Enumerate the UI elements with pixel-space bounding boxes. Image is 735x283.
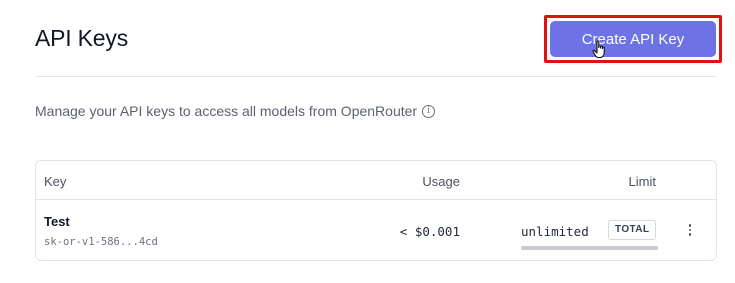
- page-title: API Keys: [35, 25, 128, 51]
- api-keys-page: API Keys Create API Key Manage your API …: [0, 0, 735, 283]
- kebab-menu-icon-dot: [688, 233, 692, 236]
- limit-usage-bar: [521, 246, 658, 250]
- limit-usage-bar-fill: [521, 246, 658, 250]
- usage-value: < $0.001: [399, 224, 460, 239]
- create-api-key-button[interactable]: Create API Key: [550, 21, 716, 57]
- limit-value: unlimited: [521, 224, 589, 239]
- table-header: Key Usage Limit: [36, 161, 716, 200]
- page-description: Manage your API keys to access all model…: [35, 103, 436, 119]
- key-masked-value: sk-or-v1-586...4cd: [44, 236, 158, 248]
- api-keys-table: Key Usage Limit Test sk-or-v1-586...4cd …: [35, 160, 717, 261]
- hand-pointer-cursor-icon: [592, 40, 605, 59]
- column-header-limit: Limit: [628, 174, 656, 189]
- table-row: Test sk-or-v1-586...4cd < $0.001 unlimit…: [36, 201, 716, 261]
- header-divider: [35, 76, 717, 77]
- kebab-menu-icon: [688, 224, 692, 227]
- limit-type-badge: TOTAL: [608, 220, 657, 240]
- column-header-usage: Usage: [422, 174, 460, 189]
- kebab-menu-icon-dot: [688, 228, 692, 232]
- info-icon[interactable]: i: [422, 104, 436, 118]
- row-more-options-button[interactable]: [684, 221, 696, 239]
- create-button-highlight: Create API Key: [544, 15, 722, 63]
- column-header-key: Key: [44, 174, 67, 189]
- key-name: Test: [44, 214, 70, 229]
- description-text: Manage your API keys to access all model…: [35, 103, 418, 119]
